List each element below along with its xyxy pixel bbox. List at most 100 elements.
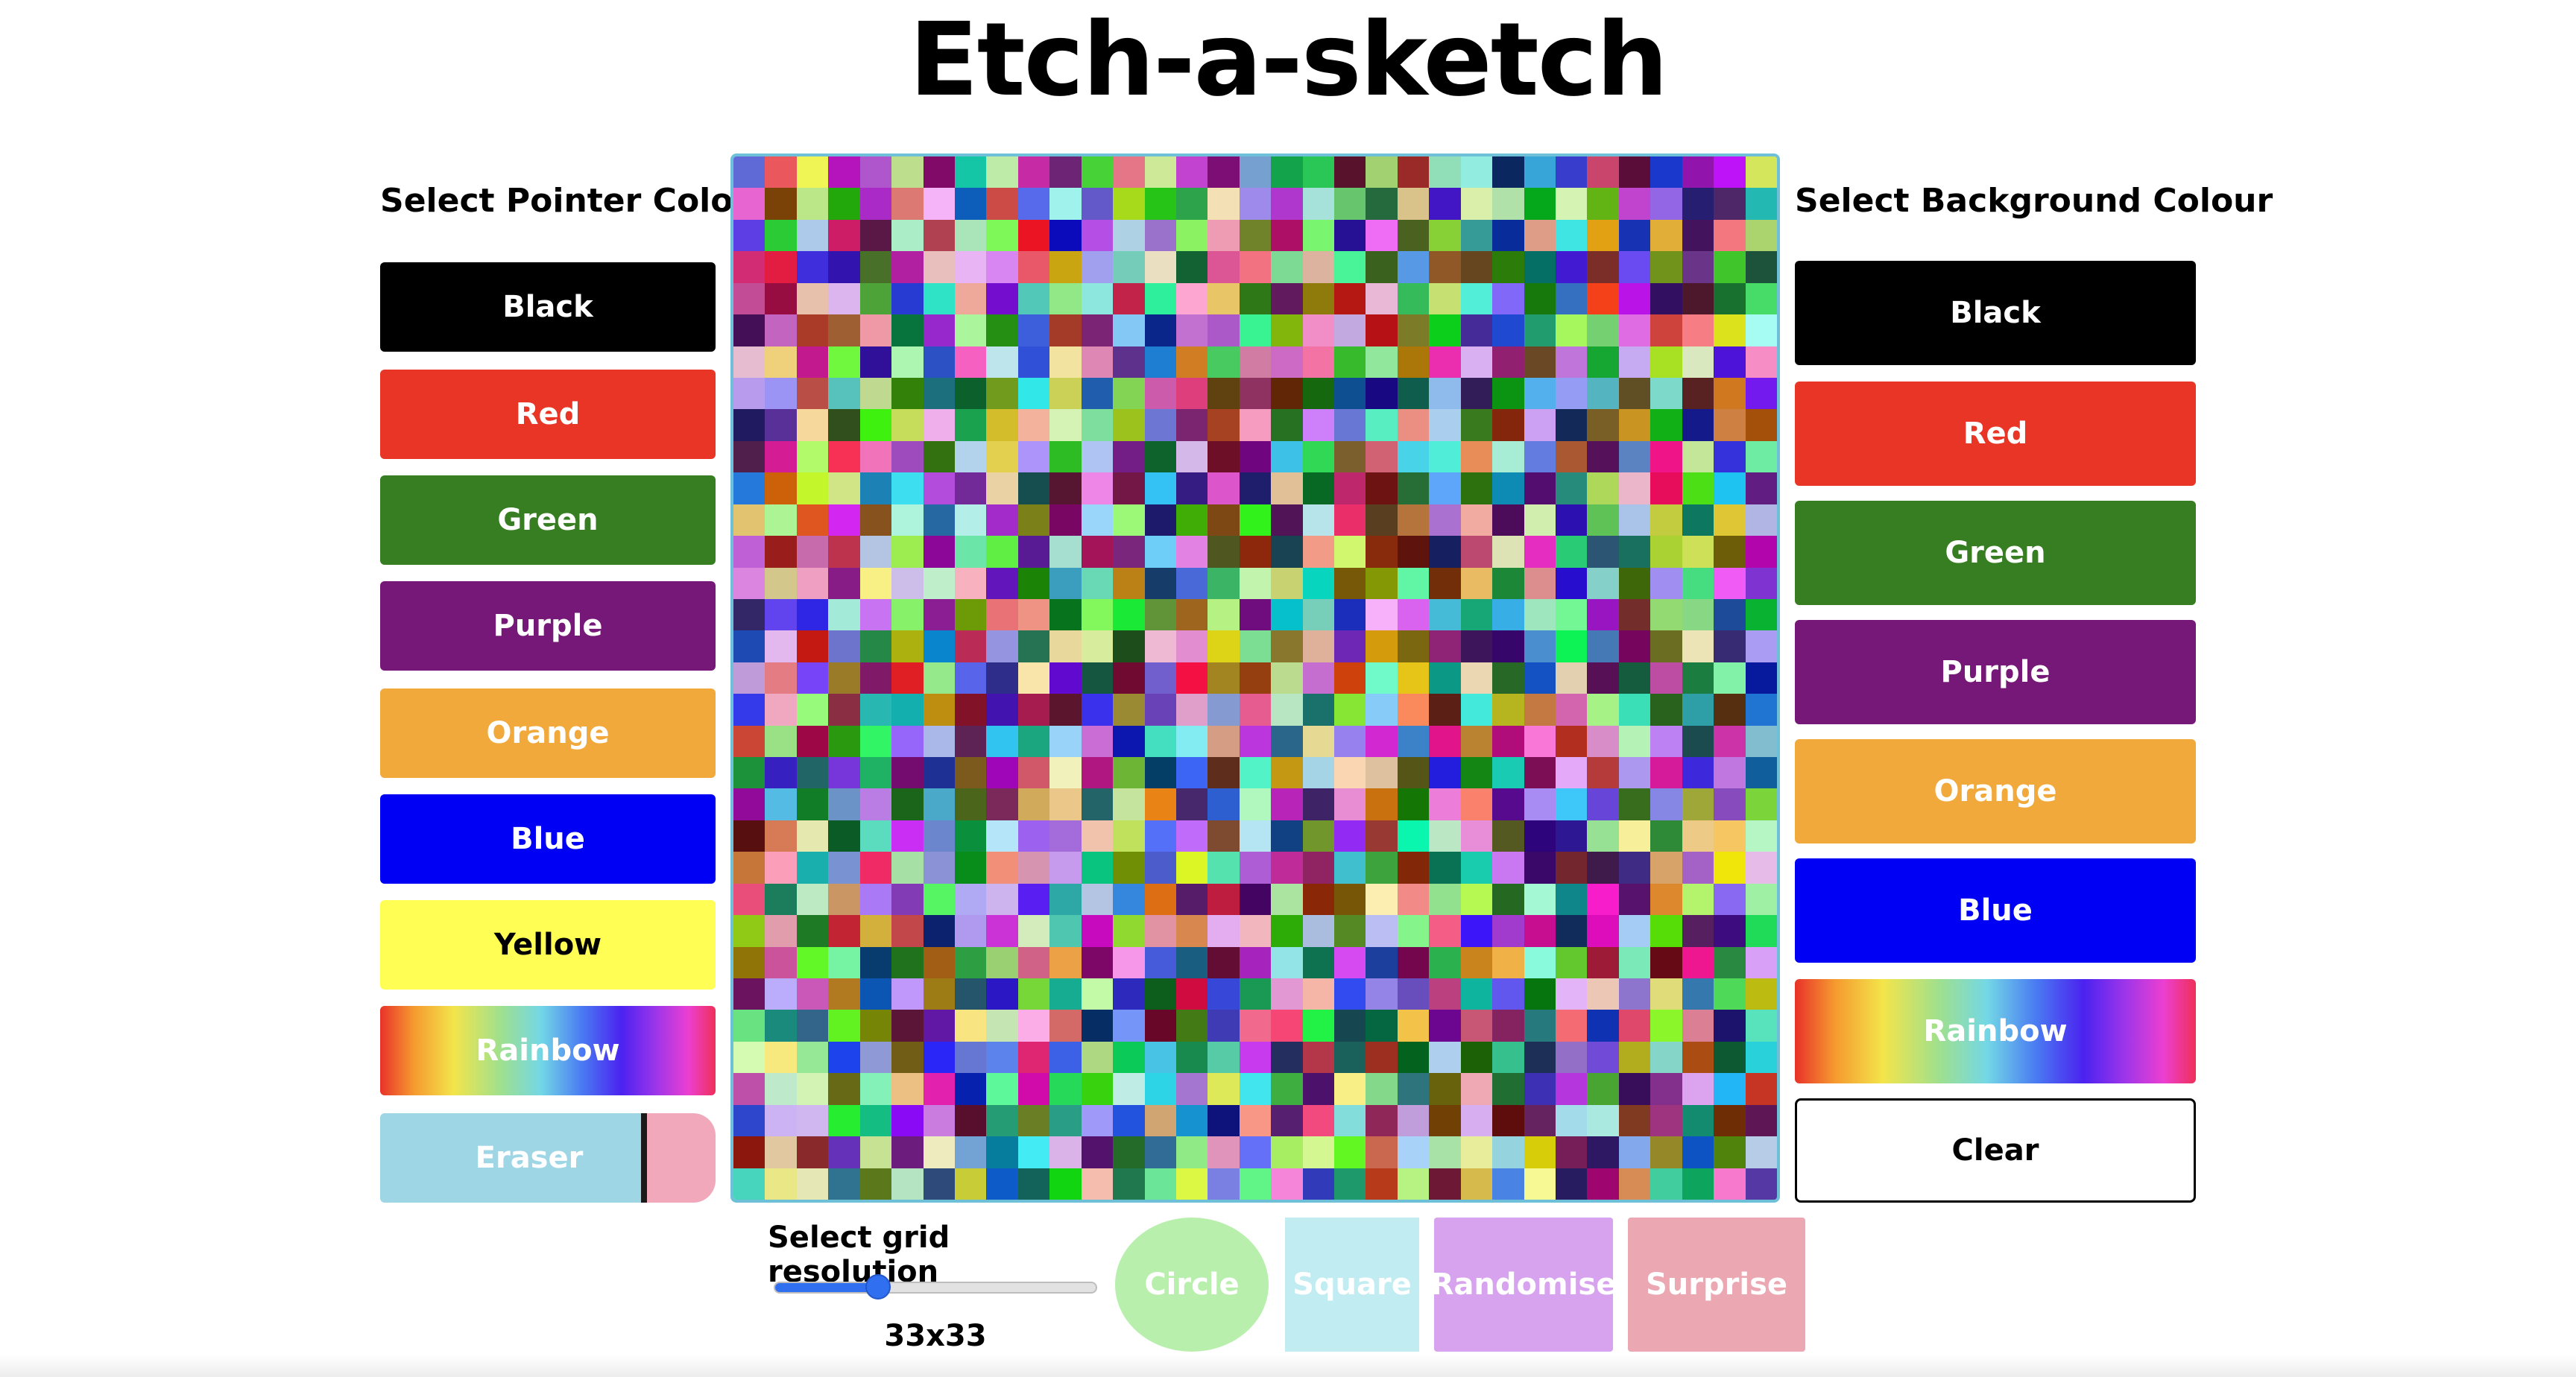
grid-cell[interactable] [986, 883, 1018, 916]
grid-cell[interactable] [1745, 1168, 1777, 1200]
grid-cell[interactable] [1650, 409, 1682, 441]
grid-cell[interactable] [828, 314, 860, 346]
grid-cell[interactable] [1081, 788, 1114, 820]
grid-cell[interactable] [923, 1041, 955, 1074]
grid-cell[interactable] [1650, 346, 1682, 378]
grid-cell[interactable] [1650, 946, 1682, 979]
grid-cell[interactable] [765, 915, 797, 947]
grid-cell[interactable] [923, 536, 955, 568]
grid-cell[interactable] [891, 282, 924, 315]
grid-cell[interactable] [923, 725, 955, 758]
grid-cell[interactable] [1144, 883, 1176, 916]
grid-cell[interactable] [1239, 472, 1272, 504]
grid-cell[interactable] [1175, 1073, 1208, 1105]
grid-cell[interactable] [1556, 662, 1588, 694]
grid-cell[interactable] [1682, 282, 1714, 315]
grid-cell[interactable] [765, 820, 797, 852]
grid-cell[interactable] [1144, 820, 1176, 852]
grid-cell[interactable] [1144, 788, 1176, 820]
grid-cell[interactable] [1208, 852, 1240, 884]
grid-cell[interactable] [765, 219, 797, 252]
grid-cell[interactable] [733, 536, 765, 568]
grid-cell[interactable] [1618, 314, 1651, 346]
grid-cell[interactable] [986, 251, 1018, 283]
grid-cell[interactable] [1081, 251, 1114, 283]
grid-cell[interactable] [1524, 377, 1556, 410]
grid-cell[interactable] [986, 757, 1018, 789]
grid-cell[interactable] [1366, 377, 1398, 410]
grid-cell[interactable] [986, 188, 1018, 220]
grid-cell[interactable] [986, 1010, 1018, 1042]
grid-cell[interactable] [1492, 757, 1524, 789]
grid-cell[interactable] [1429, 946, 1461, 979]
grid-cell[interactable] [1492, 852, 1524, 884]
grid-cell[interactable] [1113, 1073, 1145, 1105]
grid-cell[interactable] [1587, 788, 1619, 820]
grid-cell[interactable] [891, 852, 924, 884]
grid-cell[interactable] [954, 915, 987, 947]
grid-cell[interactable] [1302, 1041, 1335, 1074]
grid-cell[interactable] [1239, 314, 1272, 346]
grid-cell[interactable] [1208, 377, 1240, 410]
grid-cell[interactable] [1208, 598, 1240, 631]
grid-cell[interactable] [796, 1136, 829, 1168]
grid-cell[interactable] [828, 282, 860, 315]
grid-cell[interactable] [1714, 694, 1746, 726]
grid-cell[interactable] [1587, 725, 1619, 758]
grid-cell[interactable] [1366, 694, 1398, 726]
grid-cell[interactable] [859, 946, 892, 979]
grid-cell[interactable] [1271, 409, 1303, 441]
grid-cell[interactable] [1208, 472, 1240, 504]
grid-cell[interactable] [828, 725, 860, 758]
grid-cell[interactable] [1397, 1073, 1430, 1105]
grid-cell[interactable] [1049, 409, 1082, 441]
grid-cell[interactable] [1556, 282, 1588, 315]
grid-cell[interactable] [1302, 630, 1335, 662]
grid-cell[interactable] [1081, 1041, 1114, 1074]
clear-button[interactable]: Clear [1795, 1098, 2196, 1203]
background-black-button[interactable]: Black [1795, 261, 2196, 365]
grid-cell[interactable] [796, 188, 829, 220]
grid-cell[interactable] [1208, 314, 1240, 346]
grid-cell[interactable] [1302, 156, 1335, 189]
grid-cell[interactable] [1492, 725, 1524, 758]
grid-cell[interactable] [1144, 1136, 1176, 1168]
grid-cell[interactable] [828, 567, 860, 599]
grid-cell[interactable] [1429, 504, 1461, 536]
grid-cell[interactable] [1175, 820, 1208, 852]
grid-cell[interactable] [954, 694, 987, 726]
grid-cell[interactable] [954, 377, 987, 410]
grid-cell[interactable] [1682, 156, 1714, 189]
grid-cell[interactable] [1460, 598, 1493, 631]
grid-cell[interactable] [1334, 377, 1366, 410]
grid-cell[interactable] [796, 251, 829, 283]
grid-cell[interactable] [1239, 409, 1272, 441]
grid-cell[interactable] [1271, 1104, 1303, 1137]
grid-cell[interactable] [1081, 377, 1114, 410]
grid-cell[interactable] [1208, 725, 1240, 758]
grid-cell[interactable] [1682, 883, 1714, 916]
grid-cell[interactable] [891, 1104, 924, 1137]
grid-cell[interactable] [954, 188, 987, 220]
grid-cell[interactable] [828, 978, 860, 1010]
grid-cell[interactable] [733, 251, 765, 283]
grid-cell[interactable] [1556, 251, 1588, 283]
background-purple-button[interactable]: Purple [1795, 620, 2196, 724]
grid-cell[interactable] [733, 1136, 765, 1168]
grid-cell[interactable] [1208, 1136, 1240, 1168]
grid-cell[interactable] [1556, 377, 1588, 410]
grid-cell[interactable] [1587, 978, 1619, 1010]
grid-cell[interactable] [1175, 788, 1208, 820]
grid-cell[interactable] [828, 377, 860, 410]
grid-cell[interactable] [1492, 567, 1524, 599]
grid-cell[interactable] [986, 1104, 1018, 1137]
grid-cell[interactable] [828, 598, 860, 631]
grid-cell[interactable] [923, 472, 955, 504]
grid-cell[interactable] [923, 440, 955, 473]
grid-cell[interactable] [1682, 725, 1714, 758]
grid-cell[interactable] [1460, 567, 1493, 599]
grid-cell[interactable] [1587, 883, 1619, 916]
grid-cell[interactable] [1208, 567, 1240, 599]
grid-cell[interactable] [1714, 662, 1746, 694]
grid-cell[interactable] [1714, 567, 1746, 599]
